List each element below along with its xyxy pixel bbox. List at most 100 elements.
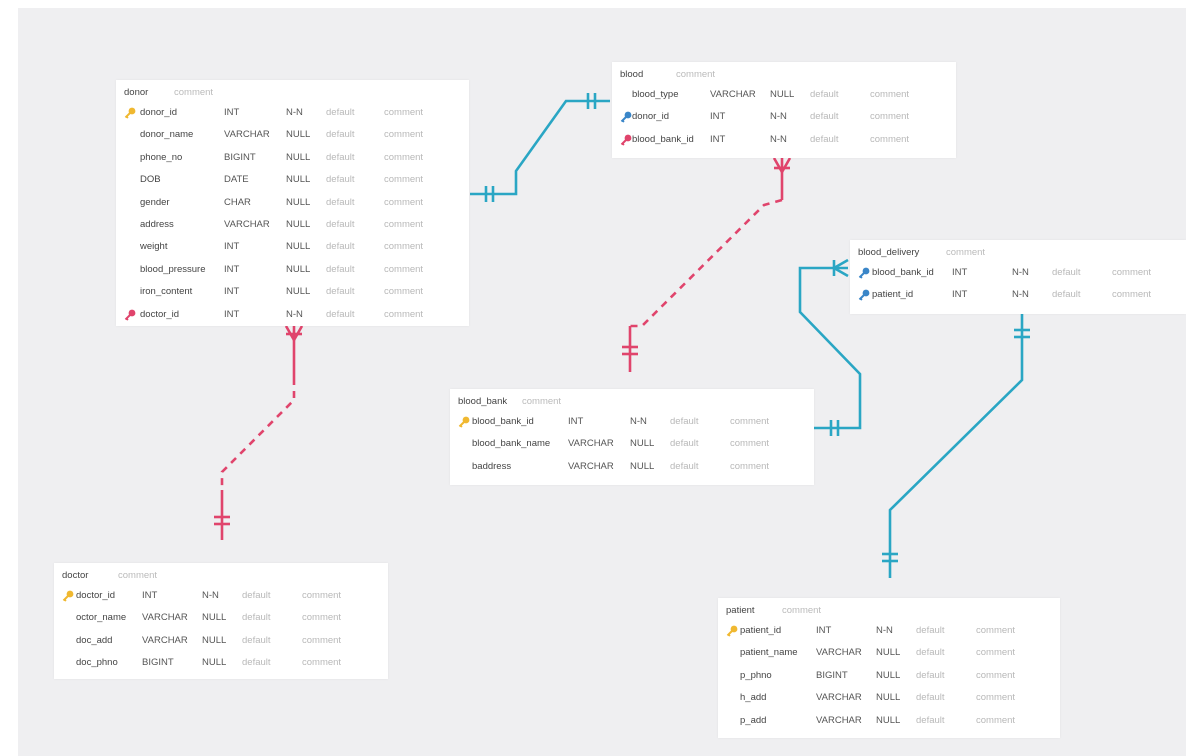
column-name: patient_name <box>740 647 798 659</box>
column-type: INT <box>224 286 240 298</box>
table-row[interactable]: p_add VARCHAR NULL default comment <box>718 710 1060 732</box>
column-type: VARCHAR <box>816 692 862 704</box>
column-null: NULL <box>876 647 901 659</box>
table-name: blood_delivery <box>858 247 920 258</box>
column-null: N-N <box>630 416 647 427</box>
table-row[interactable]: h_add VARCHAR NULL default comment <box>718 687 1060 709</box>
column-name: doc_phno <box>76 657 118 669</box>
column-default: default <box>810 89 839 100</box>
column-name: doctor_id <box>140 308 180 320</box>
pk-key-icon <box>62 590 74 602</box>
column-default: default <box>670 438 699 450</box>
table-row[interactable]: weight INT NULL default comment <box>116 236 469 258</box>
table-row[interactable]: donor_name VARCHAR NULL default comment <box>116 124 469 146</box>
column-comment: comment <box>384 286 424 298</box>
column-default: default <box>916 714 945 726</box>
table-header[interactable]: doctor comment <box>54 563 388 585</box>
table-row[interactable]: doc_phno BIGINT NULL default comment <box>54 652 388 674</box>
column-comment: comment <box>976 647 1016 659</box>
column-name: doctor_id <box>76 590 116 601</box>
fk-key-blue-icon <box>620 111 632 123</box>
table-row[interactable]: phone_no BIGINT NULL default comment <box>116 147 469 169</box>
table-name: doctor <box>62 570 89 581</box>
column-null: N-N <box>770 111 787 123</box>
column-type: INT <box>952 267 968 278</box>
column-name: blood_bank_id <box>472 416 534 427</box>
table-row[interactable]: address VARCHAR NULL default comment <box>116 214 469 236</box>
table-row[interactable]: doc_add VARCHAR NULL default comment <box>54 630 388 652</box>
column-default: default <box>1052 289 1081 301</box>
table-row[interactable]: gender CHAR NULL default comment <box>116 192 469 214</box>
table-row[interactable]: baddress VARCHAR NULL default comment <box>450 456 814 478</box>
column-comment: comment <box>384 196 424 208</box>
column-comment: comment <box>302 590 342 601</box>
column-default: default <box>326 263 355 275</box>
column-name: weight <box>140 241 168 253</box>
column-type: VARCHAR <box>710 89 756 100</box>
column-comment: comment <box>384 107 424 118</box>
column-comment: comment <box>1112 289 1152 301</box>
table-row[interactable]: blood_type VARCHAR NULL default comment <box>612 84 956 106</box>
column-comment: comment <box>384 263 424 275</box>
column-type: INT <box>816 625 832 636</box>
column-type: DATE <box>224 174 249 186</box>
table-row[interactable]: donor_id INT N-N default comment <box>116 102 469 124</box>
pk-key-icon <box>458 416 470 428</box>
column-type: VARCHAR <box>816 714 862 726</box>
table-row[interactable]: blood_bank_id INT N-N default comment <box>850 262 1186 284</box>
column-null: N-N <box>202 590 219 601</box>
table-row[interactable]: octor_name VARCHAR NULL default comment <box>54 607 388 629</box>
column-name: donor_id <box>140 107 177 118</box>
table-row[interactable]: patient_id INT N-N default comment <box>850 284 1186 306</box>
column-default: default <box>326 107 355 118</box>
table-blood[interactable]: blood comment blood_type VARCHAR NULL default… <box>612 62 956 158</box>
table-row[interactable]: blood_bank_id INT N-N default comment <box>450 411 814 433</box>
column-comment: comment <box>384 308 424 320</box>
column-type: INT <box>224 107 240 118</box>
column-null: NULL <box>286 286 311 298</box>
table-doctor[interactable]: doctor comment doctor_id INT N-N default comme… <box>54 563 388 679</box>
table-patient[interactable]: patient comment patient_id INT N-N default com… <box>718 598 1060 738</box>
table-row[interactable]: patient_name VARCHAR NULL default comment <box>718 642 1060 664</box>
column-default: default <box>242 657 271 669</box>
column-null: NULL <box>286 241 311 253</box>
table-header[interactable]: donor comment <box>116 80 469 102</box>
table-row[interactable]: blood_bank_name VARCHAR NULL default comment <box>450 433 814 455</box>
table-row[interactable]: doctor_id INT N-N default comment <box>54 585 388 607</box>
table-header[interactable]: patient comment <box>718 598 1060 620</box>
column-name: p_phno <box>740 669 772 681</box>
column-type: VARCHAR <box>816 647 862 659</box>
table-row[interactable]: blood_bank_id INT N-N default comment <box>612 129 956 151</box>
table-header[interactable]: blood comment <box>612 62 956 84</box>
table-blood-delivery[interactable]: blood_delivery comment blood_bank_id INT N-N… <box>850 240 1186 314</box>
column-null: NULL <box>876 669 901 681</box>
table-row[interactable]: iron_content INT NULL default comment <box>116 281 469 303</box>
table-donor[interactable]: donor comment donor_id INT N-N default comment… <box>116 80 469 326</box>
table-row[interactable]: patient_id INT N-N default comment <box>718 620 1060 642</box>
column-default: default <box>670 460 699 472</box>
column-type: VARCHAR <box>142 634 188 646</box>
column-null: NULL <box>630 438 655 450</box>
table-row[interactable]: donor_id INT N-N default comment <box>612 106 956 128</box>
column-comment: comment <box>976 669 1016 681</box>
table-row[interactable]: DOB DATE NULL default comment <box>116 169 469 191</box>
column-default: default <box>326 129 355 141</box>
table-name: blood_bank <box>458 396 508 407</box>
column-type: INT <box>568 416 584 427</box>
table-row[interactable]: doctor_id INT N-N default comment <box>116 304 469 326</box>
table-row[interactable]: p_phno BIGINT NULL default comment <box>718 665 1060 687</box>
column-type: INT <box>142 590 158 601</box>
column-name: blood_bank_name <box>472 438 551 450</box>
table-row[interactable]: blood_pressure INT NULL default comment <box>116 259 469 281</box>
column-null: N-N <box>876 625 893 636</box>
column-default: default <box>916 692 945 704</box>
column-null: NULL <box>876 692 901 704</box>
column-default: default <box>810 133 839 145</box>
column-null: NULL <box>286 196 311 208</box>
column-type: VARCHAR <box>224 218 270 230</box>
table-comment: comment <box>782 605 822 616</box>
table-header[interactable]: blood_delivery comment <box>850 240 1186 262</box>
column-comment: comment <box>384 174 424 186</box>
table-blood-bank[interactable]: blood_bank comment blood_bank_id INT N-N defa… <box>450 389 814 485</box>
table-header[interactable]: blood_bank comment <box>450 389 814 411</box>
